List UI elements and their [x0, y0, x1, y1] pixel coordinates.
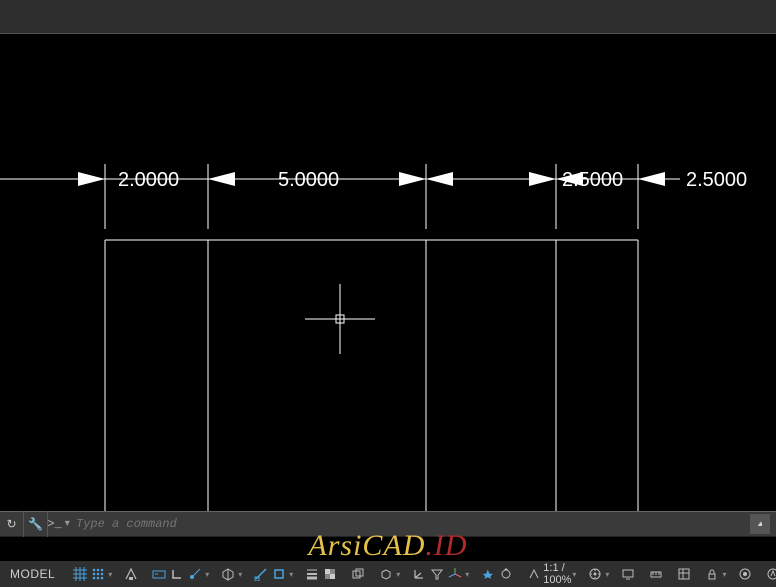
lineweight-icon[interactable] — [303, 563, 321, 585]
gizmo-icon[interactable] — [446, 563, 464, 585]
infer-constraints-icon[interactable] — [122, 563, 140, 585]
polar-tracking-icon[interactable] — [186, 563, 204, 585]
annotation-visibility-icon[interactable] — [479, 563, 497, 585]
model-space-label[interactable]: MODEL — [4, 567, 61, 581]
watermark-left: ArsiCAD — [308, 529, 425, 562]
lock-ui-icon[interactable] — [703, 563, 721, 585]
command-history-up[interactable]: ▴ — [750, 514, 770, 534]
snap-mode-icon[interactable] — [89, 563, 107, 585]
chevron-down-icon[interactable]: ▾ — [605, 570, 609, 579]
watermark-right: .ID — [425, 529, 467, 562]
dynamic-input-icon[interactable] — [150, 563, 168, 585]
dim-label-4: 2.5000 — [686, 169, 747, 191]
dimension-group: 2.0000 5.0000 2.5000 2.5000 — [0, 164, 747, 229]
workspace-switching-icon[interactable] — [586, 563, 604, 585]
autoscale-icon[interactable] — [497, 563, 515, 585]
object-snap-icon[interactable] — [270, 563, 288, 585]
recent-commands-icon[interactable]: ↻ — [0, 511, 24, 537]
chevron-down-icon[interactable]: ▾ — [108, 570, 112, 579]
watermark: ArsiCAD.ID — [308, 529, 467, 563]
drawing-canvas[interactable]: 2.0000 5.0000 2.5000 2.5000 — [0, 34, 776, 537]
selection-cycling-icon[interactable] — [349, 563, 367, 585]
dim-label-3: 2.5000 — [562, 169, 623, 191]
crosshair-cursor — [305, 284, 375, 354]
chevron-down-icon[interactable]: ▾ — [396, 570, 400, 579]
drawing-geometry — [105, 240, 638, 534]
annotation-monitor-icon[interactable] — [619, 563, 637, 585]
chevron-down-icon[interactable]: ▾ — [238, 570, 242, 579]
chevron-down-icon[interactable]: ▾ — [572, 570, 576, 579]
isolate-objects-icon[interactable] — [736, 563, 754, 585]
chevron-down-icon[interactable]: ▾ — [465, 570, 469, 579]
units-icon[interactable] — [647, 563, 665, 585]
chevron-down-icon[interactable]: ▾ — [722, 570, 726, 579]
ortho-mode-icon[interactable] — [168, 563, 186, 585]
chevron-down-icon[interactable]: ▾ — [205, 570, 209, 579]
chevron-down-icon[interactable]: ▾ — [289, 570, 293, 579]
quick-properties-icon[interactable] — [675, 563, 693, 585]
command-prompt-icon[interactable]: >_ ▾ — [48, 511, 72, 537]
3d-osnap-icon[interactable] — [377, 563, 395, 585]
status-bar: MODEL ▾ ▾ ▾ ▾ ▾ — [0, 561, 776, 587]
object-snap-tracking-icon[interactable] — [252, 563, 270, 585]
transparency-icon[interactable] — [321, 563, 339, 585]
customize-cmd-icon[interactable]: 🔧 — [24, 511, 48, 537]
isometric-drafting-icon[interactable] — [219, 563, 237, 585]
annotation-scale-icon[interactable] — [525, 563, 543, 585]
dim-label-2: 5.0000 — [278, 169, 339, 191]
dynamic-ucs-icon[interactable] — [410, 563, 428, 585]
hardware-acceleration-icon[interactable] — [764, 563, 776, 585]
dim-label-1: 2.0000 — [118, 169, 179, 191]
annotation-scale-value[interactable]: 1:1 / 100% — [543, 562, 571, 586]
selection-filtering-icon[interactable] — [428, 563, 446, 585]
grid-display-icon[interactable] — [71, 563, 89, 585]
title-bar — [0, 0, 776, 34]
